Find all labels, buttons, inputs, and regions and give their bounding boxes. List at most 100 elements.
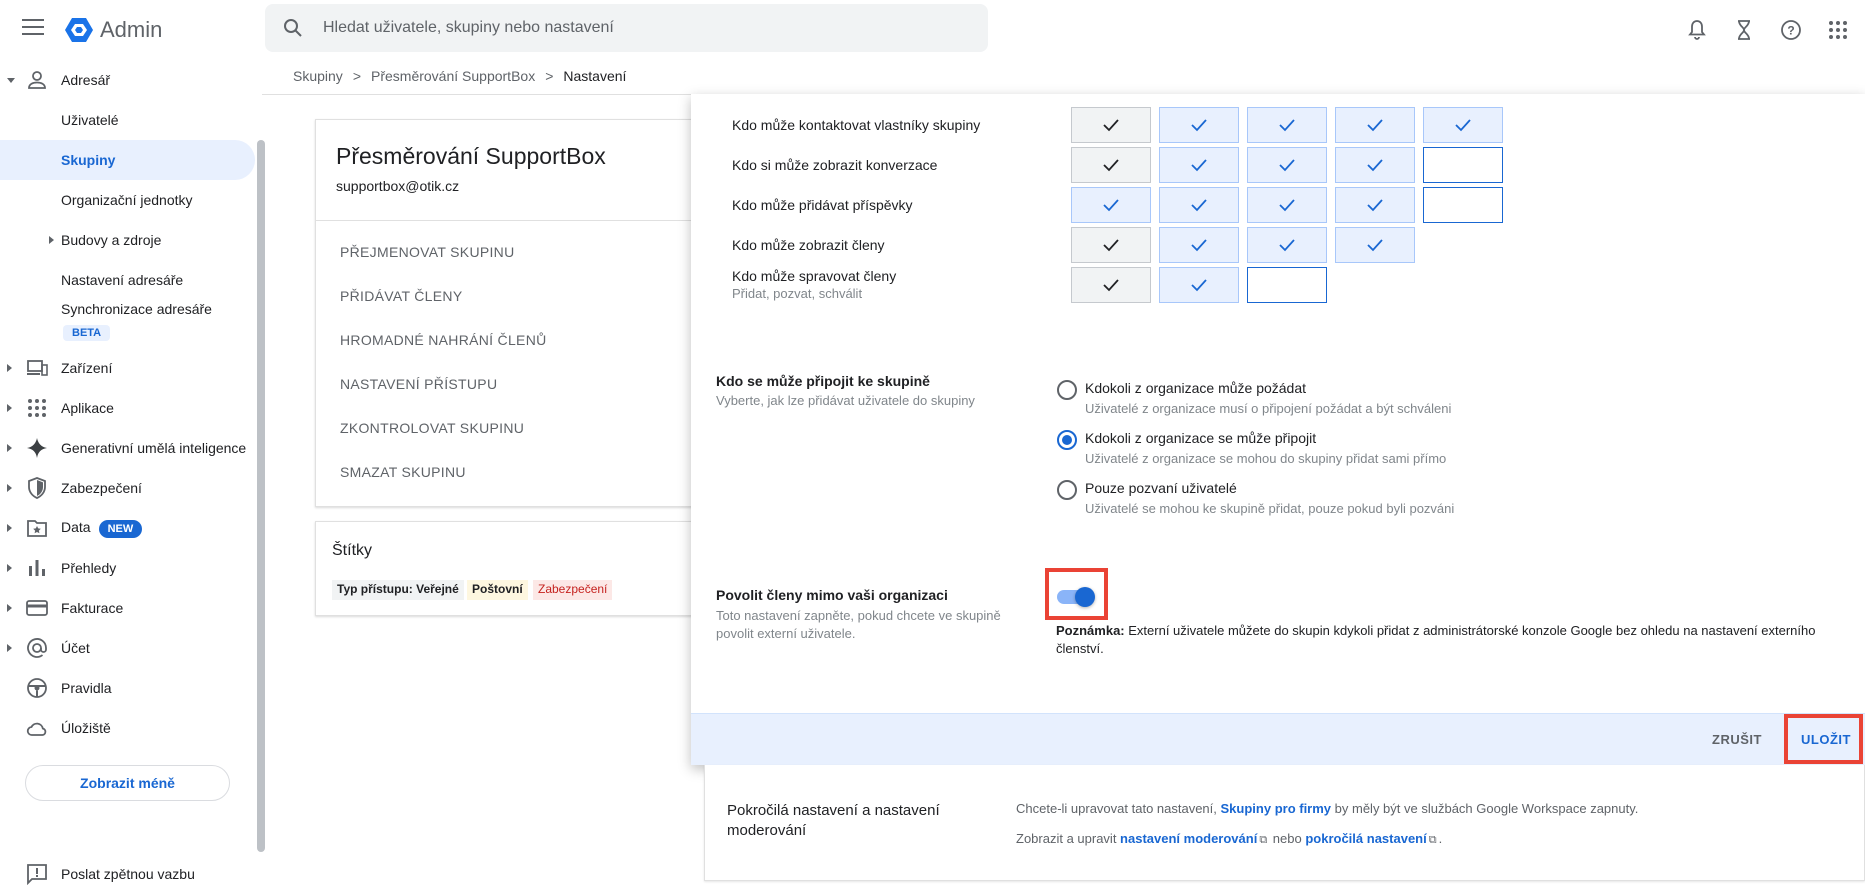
permission-cell[interactable] — [1159, 187, 1239, 223]
join-desc: Vyberte, jak lze přidávat uživatele do s… — [716, 393, 975, 408]
sidebar-item-label: Aplikace — [61, 400, 114, 416]
access-settings-button[interactable]: NASTAVENÍ PŘÍSTUPU — [340, 376, 497, 392]
tags-card — [315, 521, 725, 616]
permission-cell[interactable] — [1159, 147, 1239, 183]
sidebar-scrollbar[interactable] — [257, 140, 265, 852]
breadcrumb-separator: > — [545, 68, 554, 84]
sidebar-item-org-units[interactable]: Organizační jednotky — [0, 180, 255, 220]
sidebar-item-zarizeni[interactable]: Zařízení — [0, 348, 255, 388]
radio-can-ask[interactable] — [1057, 380, 1077, 400]
group-email: supportbox@otik.cz — [336, 178, 460, 194]
permission-cell[interactable] — [1071, 147, 1151, 183]
toggle-knob[interactable] — [1075, 587, 1095, 607]
sidebar-item-uloziste[interactable]: Úložiště — [0, 708, 255, 748]
advanced-text: Chcete-li upravovat tato nastavení, — [1016, 801, 1221, 816]
permission-cell[interactable] — [1071, 187, 1151, 223]
sidebar-item-label: Zabezpečení — [61, 480, 142, 496]
permission-cell[interactable] — [1247, 147, 1327, 183]
divider — [316, 220, 696, 221]
sidebar-item-prehledy[interactable]: Přehledy — [0, 548, 255, 588]
sidebar-item-label: Adresář — [61, 72, 111, 88]
breadcrumb-item-group[interactable]: Přesměrování SupportBox — [371, 68, 535, 84]
sidebar-item-pravidla[interactable]: Pravidla — [0, 668, 255, 708]
advanced-settings-link[interactable]: pokročilá nastavení — [1305, 831, 1426, 846]
breadcrumb-item-skupiny[interactable]: Skupiny — [293, 68, 343, 84]
sidebar-item-budovy[interactable]: Budovy a zdroje — [0, 220, 255, 260]
sidebar-item-label: Úložiště — [61, 720, 111, 736]
sidebar-item-fakturace[interactable]: Fakturace — [0, 588, 255, 628]
perm-view-members-label: Kdo může zobrazit členy — [732, 237, 885, 253]
delete-group-button[interactable]: SMAZAT SKUPINU — [340, 464, 466, 480]
chevron-right-icon — [7, 604, 12, 612]
permission-cell[interactable] — [1423, 187, 1503, 223]
sidebar-item-gen-ai[interactable]: Generativní umělá inteligence — [0, 428, 255, 468]
sidebar-item-ucet[interactable]: Účet — [0, 628, 255, 668]
brand-name: Admin — [100, 17, 163, 42]
sidebar-item-text: Data — [61, 518, 91, 535]
tag-security: Zabezpečení — [533, 580, 613, 600]
sidebar-item-skupiny[interactable]: Skupiny — [0, 140, 255, 180]
external-title: Povolit členy mimo vaši organizaci — [716, 587, 948, 603]
bell-icon[interactable] — [1685, 18, 1709, 42]
permission-cell[interactable] — [1071, 107, 1151, 143]
permission-cell[interactable] — [1247, 267, 1327, 303]
permission-cell[interactable] — [1159, 227, 1239, 263]
save-button[interactable]: ULOŽIT — [1801, 732, 1851, 747]
search-box[interactable] — [265, 4, 988, 52]
sidebar-item-aplikace[interactable]: Aplikace — [0, 388, 255, 428]
permission-cell[interactable] — [1071, 227, 1151, 263]
external-note: Poznámka: Externí uživatele můžete do sk… — [1056, 622, 1836, 658]
check-group-button[interactable]: ZKONTROLOVAT SKUPINU — [340, 420, 524, 436]
search-icon — [284, 19, 302, 37]
apps-grid-icon — [28, 399, 46, 417]
show-less-button[interactable]: Zobrazit méně — [25, 765, 230, 801]
permission-cell[interactable] — [1335, 227, 1415, 263]
radio-invited-only[interactable] — [1057, 480, 1077, 500]
new-badge: NEW — [98, 519, 143, 538]
sidebar-item-data[interactable]: Data NEW — [0, 508, 255, 548]
permission-cell[interactable] — [1159, 107, 1239, 143]
bulk-upload-button[interactable]: HROMADNÉ NAHRÁNÍ ČLENŮ — [340, 332, 547, 348]
permission-cell[interactable] — [1247, 107, 1327, 143]
radio-can-join[interactable] — [1057, 430, 1077, 450]
apps-grid-icon[interactable] — [1826, 18, 1850, 42]
sidebar-item-label: Účet — [61, 640, 90, 656]
chevron-right-icon — [7, 564, 12, 572]
sidebar-item-adresar[interactable]: Adresář — [0, 60, 255, 100]
chevron-right-icon — [7, 524, 12, 532]
chevron-right-icon — [7, 444, 12, 452]
groups-for-business-link[interactable]: Skupiny pro firmy — [1221, 801, 1332, 816]
sidebar-item-uzivatele[interactable]: Uživatelé — [0, 100, 255, 140]
sidebar-item-zabezpeceni[interactable]: Zabezpečení — [0, 468, 255, 508]
advanced-text: . — [1438, 831, 1443, 846]
hourglass-icon[interactable] — [1732, 18, 1756, 42]
permission-cell[interactable] — [1423, 107, 1503, 143]
external-link-icon: ⧉ — [1428, 834, 1437, 846]
cancel-button[interactable]: ZRUŠIT — [1712, 732, 1762, 747]
tags-title: Štítky — [332, 542, 373, 559]
admin-logo[interactable] — [64, 16, 94, 44]
help-icon[interactable]: ? — [1779, 18, 1803, 42]
radio-can-ask-label: Kdokoli z organizace může požádat — [1085, 380, 1307, 396]
cloud-icon — [26, 722, 47, 736]
permission-cell[interactable] — [1159, 267, 1239, 303]
feedback-link[interactable]: Poslat zpětnou vazbu — [0, 854, 255, 894]
permission-cell[interactable] — [1247, 227, 1327, 263]
moderation-settings-link[interactable]: nastavení moderování — [1120, 831, 1257, 846]
rename-group-button[interactable]: PŘEJMENOVAT SKUPINU — [340, 244, 515, 260]
permission-cell[interactable] — [1335, 147, 1415, 183]
chevron-down-icon — [7, 77, 15, 83]
permission-cell[interactable] — [1335, 187, 1415, 223]
sidebar-item-directory-sync[interactable]: Synchronizace adresáře — [0, 294, 255, 324]
permission-cell[interactable] — [1247, 187, 1327, 223]
perm-manage-members-sub: Přidat, pozvat, schválit — [732, 286, 863, 301]
permission-cell[interactable] — [1071, 267, 1151, 303]
advanced-text: Zobrazit a upravit — [1016, 831, 1121, 846]
permission-cell[interactable] — [1423, 147, 1503, 183]
search-input[interactable] — [323, 4, 963, 52]
sidebar-item-label: Pravidla — [61, 680, 112, 696]
radio-invited-only-label: Pouze pozvaní uživatelé — [1085, 480, 1237, 496]
permission-cell[interactable] — [1335, 107, 1415, 143]
menu-icon[interactable] — [22, 19, 44, 37]
add-members-button[interactable]: PŘIDÁVAT ČLENY — [340, 288, 462, 304]
